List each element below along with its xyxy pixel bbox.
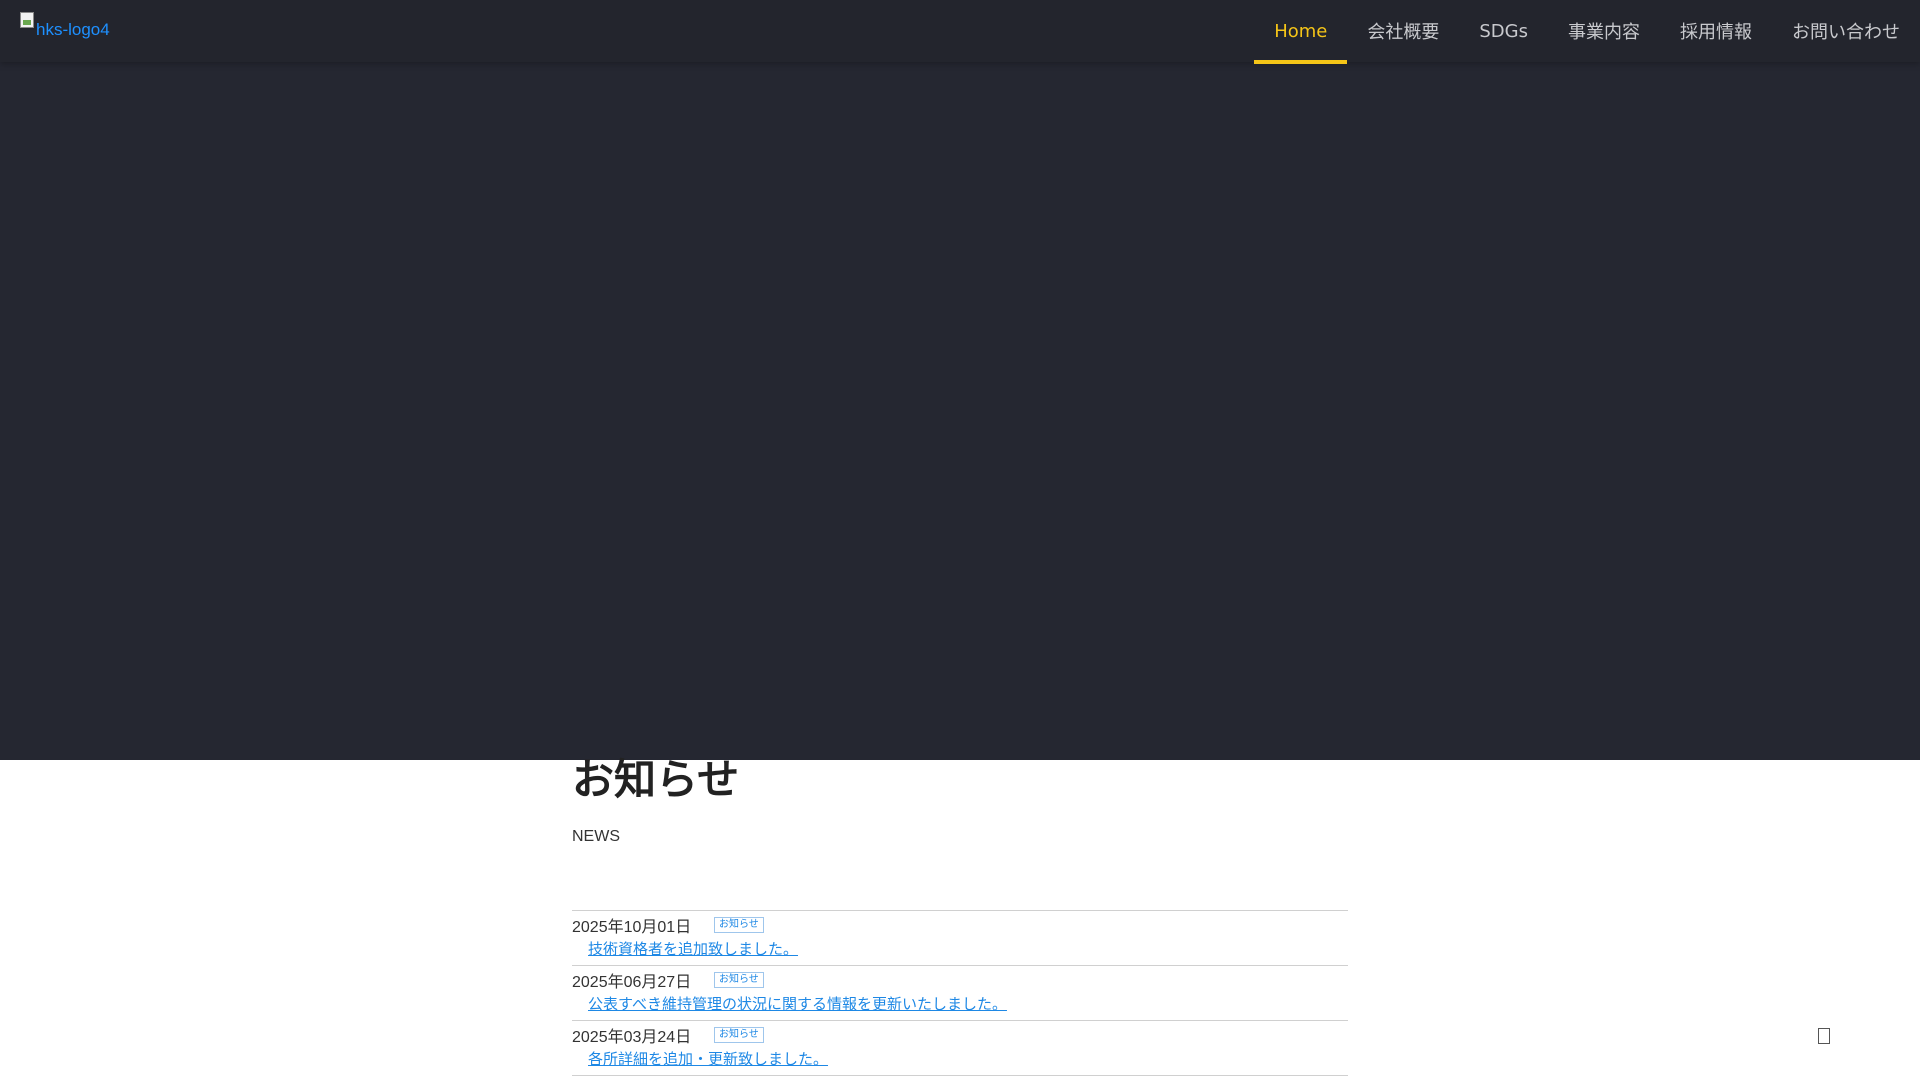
scroll-top-icon[interactable] <box>1818 1028 1830 1044</box>
news-item: 2025年10月01日 お知らせ 技術資格者を追加致しました。 <box>572 911 1348 966</box>
news-date: 2025年06月27日 <box>572 974 692 991</box>
news-category-badge[interactable]: お知らせ <box>714 972 764 988</box>
logo-link[interactable]: hks-logo4 <box>20 12 110 40</box>
nav-item-company[interactable]: 会社概要 <box>1347 0 1459 62</box>
news-section: お知らせ NEWS 2025年10月01日 お知らせ 技術資格者を追加致しました… <box>572 750 1348 1076</box>
news-meta: 2025年03月24日 お知らせ <box>572 1024 1348 1046</box>
news-subtitle: NEWS <box>572 828 620 845</box>
news-category-badge[interactable]: お知らせ <box>714 1027 764 1043</box>
news-link[interactable]: 各所詳細を追加・更新致しました。 <box>588 1048 1348 1069</box>
news-link[interactable]: 技術資格者を追加致しました。 <box>588 938 1348 959</box>
nav-item-home[interactable]: Home <box>1254 0 1348 64</box>
site-header: hks-logo4 Home 会社概要 SDGs 事業内容 採用情報 お問い合わ… <box>0 0 1920 64</box>
news-title: お知らせ <box>572 755 740 804</box>
news-link[interactable]: 公表すべき維持管理の状況に関する情報を更新いたしました。 <box>588 993 1348 1014</box>
hero-banner <box>0 62 1920 760</box>
news-item: 2025年03月24日 お知らせ 各所詳細を追加・更新致しました。 <box>572 1021 1348 1076</box>
nav-item-recruit[interactable]: 採用情報 <box>1660 0 1772 62</box>
news-list: 2025年10月01日 お知らせ 技術資格者を追加致しました。 2025年06月… <box>572 910 1348 1076</box>
nav-item-sdgs[interactable]: SDGs <box>1459 0 1548 62</box>
broken-image-icon <box>20 12 34 28</box>
main-nav: Home 会社概要 SDGs 事業内容 採用情報 お問い合わせ <box>1254 0 1920 64</box>
news-date: 2025年10月01日 <box>572 919 692 936</box>
news-meta: 2025年10月01日 お知らせ <box>572 914 1348 936</box>
news-category-badge[interactable]: お知らせ <box>714 917 764 933</box>
nav-item-business[interactable]: 事業内容 <box>1548 0 1660 62</box>
news-date: 2025年03月24日 <box>572 1029 692 1046</box>
logo-alt-text: hks-logo4 <box>36 20 110 39</box>
nav-item-contact[interactable]: お問い合わせ <box>1772 0 1920 62</box>
news-item: 2025年06月27日 お知らせ 公表すべき維持管理の状況に関する情報を更新いた… <box>572 966 1348 1021</box>
news-meta: 2025年06月27日 お知らせ <box>572 969 1348 991</box>
